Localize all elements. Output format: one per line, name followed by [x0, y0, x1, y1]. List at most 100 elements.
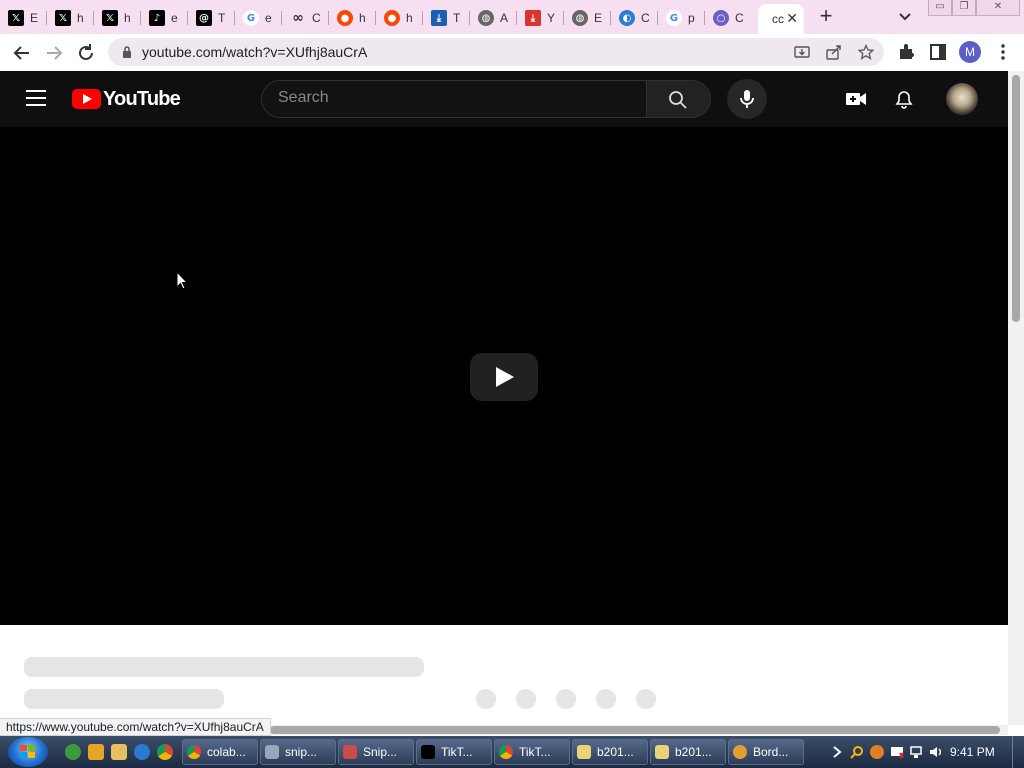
address-bar[interactable]: youtube.com/watch?v=XUfhj8auCrA — [108, 38, 884, 66]
tab-title: A — [500, 11, 509, 25]
youtube-logo-text: YouTube — [103, 87, 181, 110]
snipping-icon — [265, 745, 279, 759]
tab-6[interactable]: G e — [235, 4, 282, 32]
tab-15[interactable]: G p — [658, 4, 705, 32]
tab-active[interactable]: cc ✕ — [758, 4, 804, 34]
taskbar-button[interactable]: colab... — [182, 739, 258, 765]
tab-14[interactable]: ◐ C — [611, 4, 658, 32]
tab-title: e — [265, 11, 272, 25]
tab-title: Y — [547, 11, 556, 25]
taskbar-button-label: b201... — [597, 745, 634, 759]
tray-app-icon[interactable] — [870, 745, 884, 759]
taskbar-button[interactable]: Bord... — [728, 739, 804, 765]
chrome-icon[interactable] — [157, 744, 173, 760]
taskbar-button[interactable]: TikT... — [494, 739, 570, 765]
tab-2[interactable]: 𝕏 h — [47, 4, 94, 32]
x-logo-icon: 𝕏 — [8, 10, 24, 26]
create-video-icon[interactable] — [845, 88, 867, 110]
start-button[interactable] — [8, 737, 48, 767]
tab-5[interactable]: @ T — [188, 4, 235, 32]
forward-icon[interactable] — [43, 42, 65, 64]
minimize-button[interactable]: ▭ — [928, 0, 952, 16]
tab-3[interactable]: 𝕏 h — [94, 4, 141, 32]
search-button[interactable] — [647, 80, 711, 118]
title-skeleton — [24, 657, 424, 677]
vertical-scrollbar[interactable] — [1008, 71, 1024, 725]
google-icon: G — [666, 10, 682, 26]
channel-skeleton — [24, 689, 224, 709]
chevron-down-icon[interactable] — [896, 8, 914, 26]
tab-title: h — [359, 11, 366, 25]
network-icon[interactable] — [909, 745, 923, 759]
action-skeleton — [556, 689, 576, 709]
search-input[interactable] — [278, 89, 628, 107]
quicklaunch-app-icon[interactable] — [65, 744, 81, 760]
new-tab-button[interactable]: + — [814, 5, 838, 28]
side-panel-icon[interactable] — [929, 43, 947, 61]
taskbar-button[interactable]: b201... — [572, 739, 648, 765]
restore-button[interactable]: ❐ — [952, 0, 976, 16]
search-box[interactable] — [261, 80, 647, 118]
hamburger-menu-icon[interactable] — [26, 90, 46, 106]
profile-avatar[interactable]: M — [959, 41, 981, 63]
google-icon: G — [243, 10, 259, 26]
install-app-icon[interactable] — [794, 44, 810, 60]
show-desktop-button[interactable] — [1012, 736, 1024, 768]
action-skeleton — [516, 689, 536, 709]
mouse-cursor-icon — [176, 271, 188, 290]
play-button[interactable] — [470, 353, 538, 401]
youtube-logo[interactable]: YouTube — [72, 87, 181, 110]
system-clock[interactable]: 9:41 PM — [950, 745, 995, 759]
tab-10[interactable]: ⤓ T — [423, 4, 470, 32]
windows-taskbar: colab... snip... Snip... TikT... TikT...… — [0, 736, 1024, 768]
taskbar-button-label: TikT... — [519, 745, 551, 759]
reload-icon[interactable] — [75, 42, 97, 64]
tab-16[interactable]: ○ C — [705, 4, 752, 32]
tab-title: p — [688, 11, 695, 25]
tab-1[interactable]: 𝕏 E — [0, 4, 47, 32]
close-window-button[interactable]: ✕ — [976, 0, 1020, 16]
taskbar-button[interactable]: b201... — [650, 739, 726, 765]
lock-icon[interactable] — [122, 46, 132, 58]
tab-13[interactable]: ◍ E — [564, 4, 611, 32]
tab-8[interactable]: ● h — [329, 4, 376, 32]
more-menu-icon[interactable] — [994, 43, 1012, 61]
vertical-scroll-thumb[interactable] — [1012, 75, 1020, 322]
youtube-page: YouTube — [0, 71, 1008, 725]
close-tab-icon[interactable]: ✕ — [786, 10, 798, 27]
tab-4[interactable]: ♪ e — [141, 4, 188, 32]
taskbar-button[interactable]: TikT... — [416, 739, 492, 765]
extensions-icon[interactable] — [897, 43, 915, 61]
tab-title: E — [30, 11, 39, 25]
file-explorer-icon[interactable] — [111, 744, 127, 760]
video-player[interactable] — [0, 127, 1008, 625]
bookmark-star-icon[interactable] — [858, 44, 874, 60]
media-player-icon[interactable] — [88, 744, 104, 760]
volume-icon[interactable] — [929, 745, 943, 759]
horizontal-scroll-thumb[interactable] — [270, 726, 1000, 734]
taskbar-button[interactable]: snip... — [260, 739, 336, 765]
tab-title: h — [406, 11, 413, 25]
voice-search-button[interactable] — [727, 79, 767, 119]
back-icon[interactable] — [11, 42, 33, 64]
share-icon[interactable] — [826, 44, 842, 60]
tab-7[interactable]: ∞ C — [282, 4, 329, 32]
tab-title: T — [453, 11, 461, 25]
x-logo-icon: 𝕏 — [102, 10, 118, 26]
account-avatar[interactable] — [946, 83, 978, 115]
youtube-play-logo-icon — [72, 89, 101, 109]
taskbar-button[interactable]: Snip... — [338, 739, 414, 765]
circle-icon: ○ — [713, 10, 729, 26]
threads-icon: @ — [196, 10, 212, 26]
action-center-icon[interactable] — [890, 745, 904, 759]
link-status-bubble: https://www.youtube.com/watch?v=XUfhj8au… — [0, 718, 271, 736]
tab-12[interactable]: ⤓ Y — [517, 4, 564, 32]
taskbar-button-label: colab... — [207, 745, 246, 759]
url-text[interactable]: youtube.com/watch?v=XUfhj8auCrA — [142, 44, 367, 60]
internet-explorer-icon[interactable] — [134, 744, 150, 760]
show-hidden-icons-icon[interactable] — [830, 745, 844, 759]
tab-11[interactable]: ◍ A — [470, 4, 517, 32]
tab-9[interactable]: ● h — [376, 4, 423, 32]
notifications-bell-icon[interactable] — [893, 88, 915, 110]
search-tray-icon[interactable] — [850, 745, 864, 759]
